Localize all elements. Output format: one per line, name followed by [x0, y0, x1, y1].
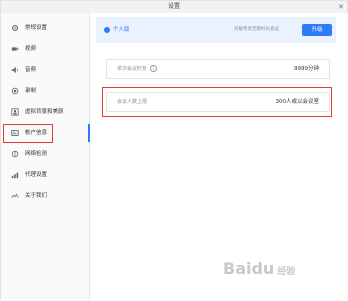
- sidebar-item-general[interactable]: 常规设置: [1, 19, 89, 37]
- watermark-sub: 经验: [277, 267, 296, 277]
- close-icon[interactable]: ✕: [338, 1, 344, 13]
- sidebar-item-label: 音频: [25, 67, 37, 73]
- sidebar-item-label: 视频: [25, 46, 37, 52]
- sidebar-item-label: 代理设置: [25, 172, 48, 178]
- sidebar-item-about[interactable]: 关于我们: [1, 187, 89, 205]
- sidebar-item-proxy[interactable]: 代理设置: [1, 166, 89, 184]
- account-type-label: 个人版: [113, 27, 130, 33]
- baidu-watermark: Baidu 经验: [223, 255, 343, 283]
- sidebar-item-audio[interactable]: 音频: [1, 61, 89, 79]
- meeting-duration-row: 单次会议时长 i 9999分钟: [106, 59, 330, 79]
- meeting-duration-label: 单次会议时长 i: [117, 60, 158, 78]
- sidebar-item-network[interactable]: 网络检测: [1, 145, 89, 163]
- upgrade-hint: 升级专享无限时长会议: [234, 27, 279, 32]
- sidebar-item-label: 关于我们: [25, 193, 48, 199]
- watermark-main: Baidu: [223, 259, 275, 278]
- sidebar-item-virtual-background[interactable]: 虚拟背景和美颜: [1, 103, 89, 121]
- account-banner: 个人版 升级专享无限时长会议 升级: [96, 17, 336, 43]
- window-title: 设置: [167, 3, 180, 10]
- record-icon: [11, 87, 19, 95]
- account-type-badge: 个人版: [104, 25, 130, 35]
- meeting-duration-value: 9999分钟: [294, 66, 319, 72]
- settings-window: 设置 ✕ 常规设置 视频 音频 录制 虚拟背景和美颜 帐户信息 网络检测 代理设…: [0, 0, 348, 301]
- info-icon[interactable]: i: [150, 65, 158, 72]
- gear-icon: [12, 25, 18, 31]
- sidebar-item-record[interactable]: 录制: [1, 82, 89, 100]
- person-icon: [11, 108, 19, 116]
- sidebar-item-label: 常规设置: [25, 25, 48, 31]
- upgrade-button[interactable]: 升级: [302, 24, 332, 36]
- sidebar: 常规设置 视频 音频 录制 虚拟背景和美颜 帐户信息 网络检测 代理设置 关于我…: [1, 13, 90, 301]
- proxy-icon: [11, 172, 19, 179]
- highlight-box-account: [3, 124, 53, 143]
- sidebar-item-label: 虚拟背景和美颜: [25, 109, 64, 115]
- speaker-icon: [11, 66, 18, 74]
- sidebar-item-label: 录制: [25, 88, 37, 94]
- network-icon: [11, 150, 19, 158]
- sidebar-item-label: 网络检测: [25, 151, 48, 157]
- video-icon: [11, 47, 19, 51]
- user-icon: [104, 26, 110, 33]
- highlight-box-participant-limit: [102, 87, 332, 117]
- meeting-duration-text: 单次会议时长: [117, 66, 148, 72]
- about-icon: [11, 193, 19, 198]
- sidebar-item-video[interactable]: 视频: [1, 40, 89, 58]
